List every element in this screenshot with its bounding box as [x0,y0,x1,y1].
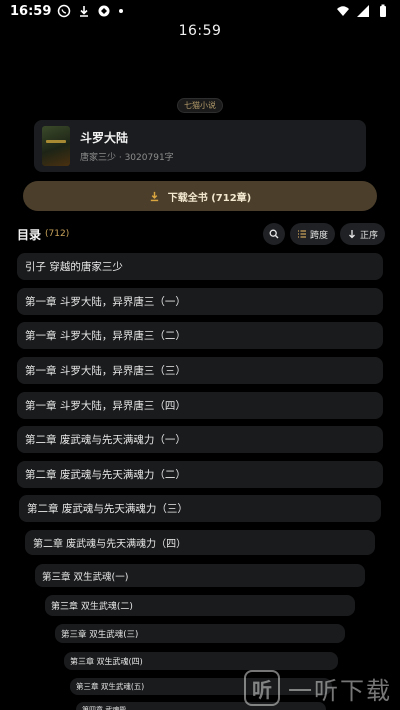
span-label: 跨度 [309,230,328,241]
book-cover [42,126,70,166]
chapter-item[interactable]: 第一章 斗罗大陆，异界唐三（二） [17,322,383,349]
chapter-item[interactable]: 引子 穿越的唐家三少 [17,253,383,280]
chapter-item[interactable]: 第二章 废武魂与先天满魂力（二） [17,461,383,488]
order-button[interactable]: 正序 [339,223,385,245]
chapter-title: 第一章 斗罗大陆，异界唐三（四） [25,400,186,412]
chapter-title: 第三章 双生武魂(一) [42,571,129,583]
battery-icon [376,4,390,18]
download-icon [77,4,91,18]
source-tag: 七猫小说 [177,98,223,113]
download-icon [150,191,158,201]
chapter-title: 第三章 双生武魂(三) [61,629,139,640]
chapter-title: 引子 穿越的唐家三少 [25,261,123,273]
toc-count: (712) [45,229,70,239]
status-bar: 16:59 [0,0,400,22]
toc-header: 目录 (712) 跨度 正序 [17,222,385,246]
chapter-item[interactable]: 第三章 双生武魂(三) [55,624,345,643]
arrow-down-icon [349,230,355,239]
toc-title: 目录 [17,227,42,242]
chapter-title: 第二章 废武魂与先天满魂力（一） [25,434,186,446]
chapter-item[interactable]: 第三章 双生武魂(一) [35,564,365,587]
book-meta: 唐家三少 · 3020791字 [80,153,174,163]
chapter-item[interactable]: 第一章 斗罗大陆，异界唐三（三） [17,357,383,384]
chapter-title: 第二章 废武魂与先天满魂力（三） [27,503,188,515]
wifi-icon [336,4,350,18]
watermark: 听 一听下载 [244,670,392,706]
search-button[interactable] [262,223,285,245]
book-title: 斗罗大陆 [80,131,129,145]
signal-icon [356,4,370,18]
book-card[interactable]: 斗罗大陆 唐家三少 · 3020791字 [34,120,366,172]
chapter-title: 第一章 斗罗大陆，异界唐三（二） [25,330,186,342]
chapter-title: 第三章 双生武魂(二) [51,602,133,612]
status-time: 16:59 [10,3,52,19]
download-all-label: 下载全书 (712章) [167,192,252,204]
chapter-item[interactable]: 第一章 斗罗大陆，异界唐三（一） [17,288,383,315]
watermark-text: 一听下载 [288,676,392,705]
search-icon [269,229,279,239]
chapter-item[interactable]: 第一章 斗罗大陆，异界唐三（四） [17,392,383,419]
watermark-logo: 听 [244,670,280,706]
chapter-title: 第一章 斗罗大陆，异界唐三（三） [25,365,186,377]
chapter-title: 第三章 双生武魂(四) [70,656,143,666]
sync-icon [97,4,111,18]
order-label: 正序 [359,230,378,241]
whatsapp-icon [57,4,71,18]
chapter-title: 第四章 武魂殿 [82,705,127,710]
chapter-title: 第一章 斗罗大陆，异界唐三（一） [25,296,186,308]
clock: 16:59 [178,23,222,39]
chapter-title: 第二章 废武魂与先天满魂力（四） [33,539,187,550]
list-icon [297,230,306,238]
chapter-item[interactable]: 第三章 双生武魂(二) [45,595,355,616]
chapter-item[interactable]: 第二章 废武魂与先天满魂力（三） [19,495,381,522]
chapter-title: 第三章 双生武魂(五) [76,682,145,691]
chapter-item[interactable]: 第二章 废武魂与先天满魂力（一） [17,426,383,453]
span-button[interactable]: 跨度 [289,223,335,245]
chapter-title: 第二章 废武魂与先天满魂力（二） [25,469,186,481]
chapter-item[interactable]: 第三章 双生武魂(四) [64,652,338,670]
notification-dot-icon [119,9,124,13]
download-all-button[interactable]: 下载全书 (712章) [23,181,377,211]
chapter-item[interactable]: 第二章 废武魂与先天满魂力（四） [25,530,375,555]
